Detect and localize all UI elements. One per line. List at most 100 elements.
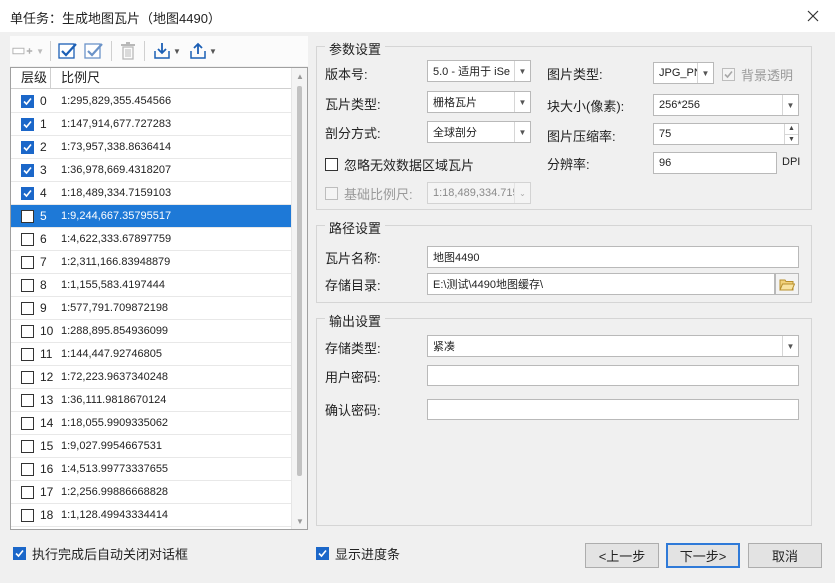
table-row[interactable]: 6 1:4,622,333.67897759 (11, 228, 291, 251)
base-scale-select[interactable]: 1:18,489,334.715 ⌄ (427, 182, 531, 204)
row-checkbox[interactable] (21, 186, 34, 200)
level-value: 7 (40, 255, 47, 269)
add-layer-icon[interactable]: ▼ (10, 38, 46, 64)
table-row[interactable]: 11 1:144,447.92746805 (11, 343, 291, 366)
scale-cell: 1:144,447.92746805 (61, 348, 162, 360)
bg-transparent-checkbox[interactable]: 背景透明 (722, 65, 793, 84)
row-checkbox[interactable] (21, 117, 34, 131)
scale-cell: 1:18,489,334.7159103 (61, 187, 172, 199)
row-checkbox[interactable] (21, 370, 34, 384)
row-checkbox[interactable] (21, 209, 34, 223)
export-icon[interactable]: ▼ (185, 38, 221, 64)
scroll-thumb[interactable] (297, 86, 302, 476)
chevron-down-icon[interactable]: ▼ (514, 92, 530, 112)
import-icon[interactable]: ▼ (149, 38, 185, 64)
tile-name-input[interactable]: 地图4490 (427, 246, 799, 268)
image-type-label: 图片类型: (547, 67, 603, 82)
folder-open-icon[interactable] (775, 273, 799, 295)
image-type-select[interactable]: JPG_PN ▼ (653, 62, 714, 84)
column-header-scale[interactable]: 比例尺 (51, 68, 100, 88)
delete-icon[interactable] (116, 38, 140, 64)
checkbox-icon[interactable] (316, 547, 329, 560)
table-row[interactable]: 7 1:2,311,166.83948879 (11, 251, 291, 274)
block-size-label: 块大小(像素): (547, 99, 625, 114)
row-checkbox[interactable] (21, 347, 34, 361)
table-row[interactable]: 13 1:36,111.9818670124 (11, 389, 291, 412)
compression-spinner[interactable]: 75 ▲ ▼ (653, 123, 799, 145)
check-selected-icon[interactable] (81, 38, 107, 64)
level-value: 12 (40, 370, 54, 384)
chevron-down-icon[interactable]: ▼ (782, 95, 798, 115)
row-checkbox[interactable] (21, 255, 34, 269)
table-row[interactable]: 1 1:147,914,677.727283 (11, 113, 291, 136)
column-header-level[interactable]: 层级 (11, 68, 51, 88)
row-checkbox[interactable] (21, 301, 34, 315)
spin-up-icon[interactable]: ▲ (785, 124, 798, 135)
row-checkbox[interactable] (21, 163, 34, 177)
table-row[interactable]: 4 1:18,489,334.7159103 (11, 182, 291, 205)
table-row[interactable]: 17 1:2,256.99886668828 (11, 481, 291, 504)
table-row[interactable]: 9 1:577,791.709872198 (11, 297, 291, 320)
split-select[interactable]: 全球剖分 ▼ (427, 121, 531, 143)
auto-close-checkbox[interactable]: 执行完成后自动关闭对话框 (13, 544, 188, 563)
table-row[interactable]: 12 1:72,223.9637340248 (11, 366, 291, 389)
resolution-input[interactable]: 96 (653, 152, 777, 174)
version-label: 版本号: (325, 67, 368, 82)
checkbox-icon[interactable] (722, 68, 735, 81)
spin-down-icon[interactable]: ▼ (785, 135, 798, 145)
level-value: 14 (40, 416, 54, 430)
row-checkbox[interactable] (21, 324, 34, 338)
scroll-down-icon[interactable]: ▼ (292, 513, 307, 529)
table-scrollbar[interactable]: ▲ ▼ (291, 68, 307, 529)
storage-dir-input[interactable]: E:\测试\4490地图缓存\ (427, 273, 775, 295)
row-checkbox[interactable] (21, 485, 34, 499)
row-checkbox[interactable] (21, 416, 34, 430)
chevron-down-icon[interactable]: ▼ (697, 63, 713, 83)
checkbox-icon[interactable] (325, 187, 338, 200)
table-row[interactable]: 0 1:295,829,355.454566 (11, 90, 291, 113)
storage-type-select[interactable]: 紧凑 ▼ (427, 335, 799, 357)
tile-type-select[interactable]: 栅格瓦片 ▼ (427, 91, 531, 113)
table-row[interactable]: 5 1:9,244,667.35795517 (11, 205, 291, 228)
ignore-invalid-checkbox[interactable]: 忽略无效数据区域瓦片 (325, 155, 474, 174)
checkbox-icon[interactable] (325, 158, 338, 171)
close-icon[interactable] (801, 4, 825, 28)
table-row[interactable]: 10 1:288,895.854936099 (11, 320, 291, 343)
table-row[interactable]: 3 1:36,978,669.4318207 (11, 159, 291, 182)
base-scale-checkbox[interactable]: 基础比例尺: (325, 184, 413, 203)
confirm-password-input[interactable] (427, 399, 799, 420)
row-checkbox[interactable] (21, 140, 34, 154)
spinner-buttons[interactable]: ▲ ▼ (784, 124, 798, 144)
table-row[interactable]: 15 1:9,027.9954667531 (11, 435, 291, 458)
checkbox-icon[interactable] (13, 547, 26, 560)
table-header: 层级 比例尺 (11, 68, 291, 89)
block-size-select[interactable]: 256*256 ▼ (653, 94, 799, 116)
level-cell: 14 (11, 416, 59, 430)
prev-button[interactable]: <上一步 (585, 543, 659, 568)
row-checkbox[interactable] (21, 232, 34, 246)
table-row[interactable]: 14 1:18,055.9909335062 (11, 412, 291, 435)
version-select[interactable]: 5.0 - 适用于 iSe ▼ (427, 60, 531, 82)
row-checkbox[interactable] (21, 439, 34, 453)
chevron-down-icon[interactable]: ▼ (514, 61, 530, 81)
table-row[interactable]: 2 1:73,957,338.8636414 (11, 136, 291, 159)
table-row[interactable]: 8 1:1,155,583.4197444 (11, 274, 291, 297)
table-row[interactable]: 16 1:4,513.99773337655 (11, 458, 291, 481)
resolution-label: 分辨率: (547, 157, 590, 172)
chevron-down-icon[interactable]: ⌄ (514, 183, 530, 203)
chevron-down-icon[interactable]: ▼ (514, 122, 530, 142)
row-checkbox[interactable] (21, 508, 34, 522)
user-password-input[interactable] (427, 365, 799, 386)
row-checkbox[interactable] (21, 462, 34, 476)
row-checkbox[interactable] (21, 94, 34, 108)
row-checkbox[interactable] (21, 393, 34, 407)
table-row[interactable]: 18 1:1,128.49943334414 (11, 504, 291, 527)
scroll-up-icon[interactable]: ▲ (292, 68, 307, 84)
level-cell: 7 (11, 255, 59, 269)
check-all-icon[interactable] (55, 38, 81, 64)
cancel-button[interactable]: 取消 (748, 543, 822, 568)
show-progress-checkbox[interactable]: 显示进度条 (316, 544, 400, 563)
next-button[interactable]: 下一步> (666, 543, 740, 568)
chevron-down-icon[interactable]: ▼ (782, 336, 798, 356)
row-checkbox[interactable] (21, 278, 34, 292)
